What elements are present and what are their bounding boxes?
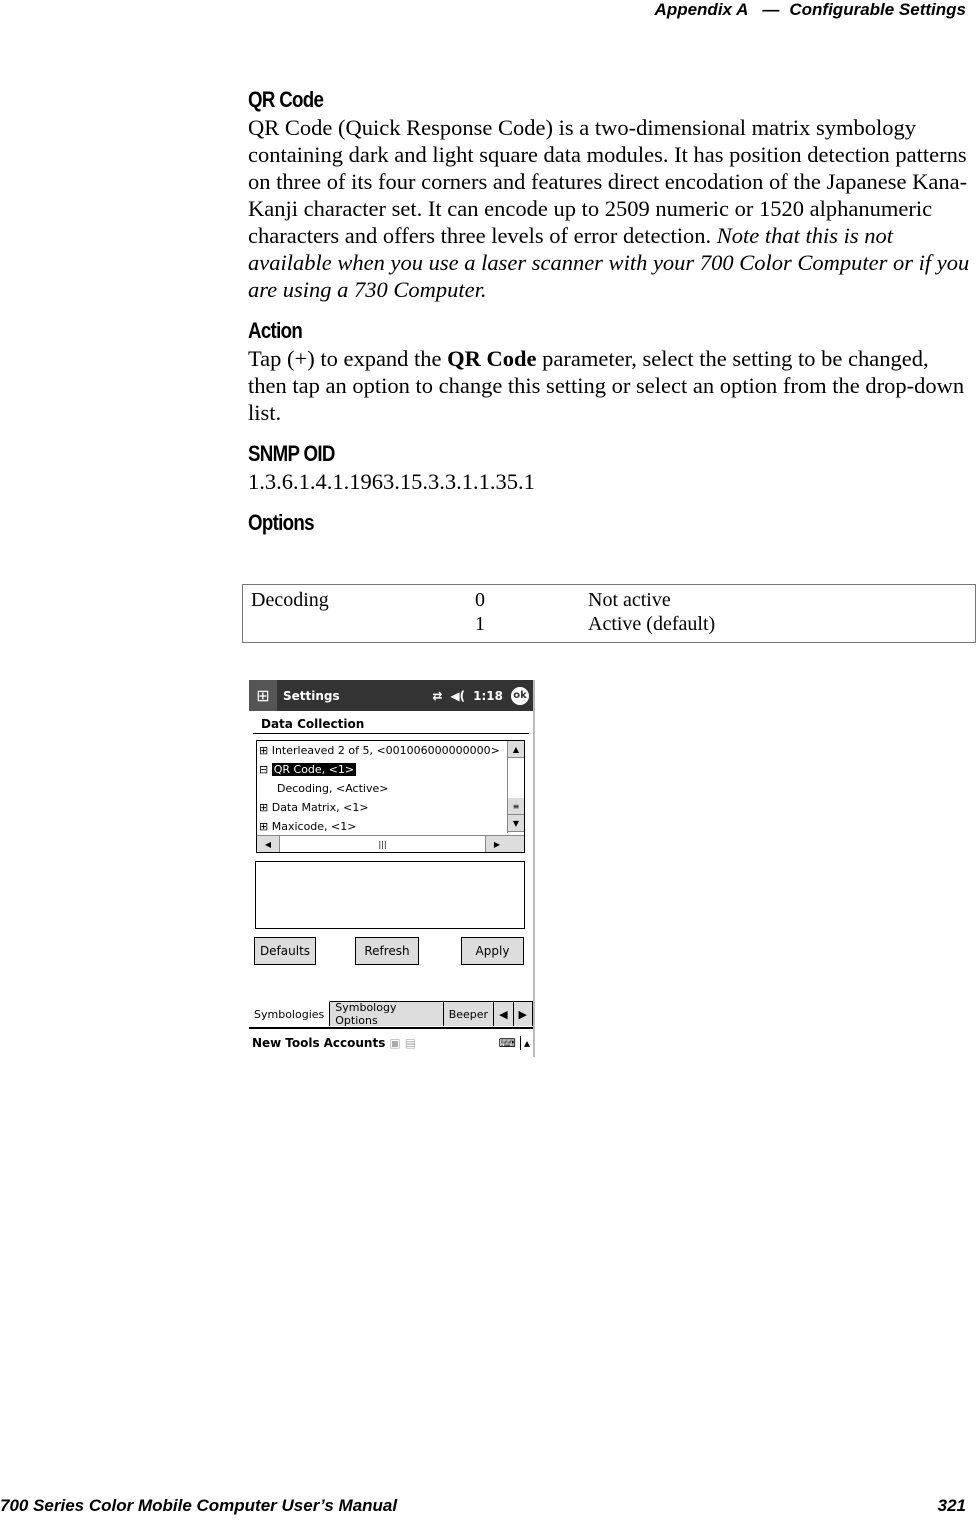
header-dash: —: [762, 0, 780, 19]
snmp-oid-value: 1.3.6.1.4.1.1963.15.3.3.1.1.35.1: [248, 469, 535, 494]
option-meaning: Not active: [588, 589, 671, 611]
appendix-label: Appendix A: [654, 0, 749, 19]
settings-tree: ⊞ Interleaved 2 of 5, <001006000000000> …: [256, 740, 525, 853]
scroll-thumb-icon[interactable]: ≡: [508, 798, 524, 815]
horizontal-scrollbar[interactable]: ◀ ||| ▶: [257, 835, 524, 852]
window-title: Settings: [283, 688, 340, 703]
start-icon[interactable]: ⊞: [249, 680, 277, 711]
section-label: Configurable Settings: [789, 0, 966, 19]
option-value: 1: [475, 613, 485, 635]
title-bar: ⊞ Settings ⇄ ◀( 1:18 ok: [249, 680, 533, 711]
apply-button[interactable]: Apply: [461, 937, 524, 965]
tab-scroll-right-icon[interactable]: ▶: [513, 1002, 533, 1026]
scroll-thumb[interactable]: |||: [279, 836, 486, 852]
option-value: 0: [475, 589, 485, 611]
expand-icon[interactable]: ⊞: [259, 801, 268, 814]
expand-icon[interactable]: ⊞: [259, 744, 268, 757]
action-heading: Action: [248, 318, 303, 343]
tree-item[interactable]: Decoding, <Active>: [257, 779, 524, 798]
menu-bar: New Tools Accounts ▣ ▤ ⌨ ▴: [249, 1027, 533, 1057]
clock[interactable]: 1:18: [473, 689, 503, 703]
tab-beeper[interactable]: Beeper: [443, 1002, 495, 1026]
section-title: Data Collection: [253, 711, 529, 734]
description-box: [255, 861, 525, 929]
menu-new[interactable]: New: [252, 1036, 281, 1050]
device-screenshot: ⊞ Settings ⇄ ◀( 1:18 ok Data Collection …: [249, 680, 535, 1057]
snmp-heading: SNMP OID: [248, 441, 335, 466]
scroll-right-icon[interactable]: ▶: [486, 836, 508, 852]
options-heading: Options: [248, 510, 315, 535]
page-footer: 700 Series Color Mobile Computer User’s …: [0, 1496, 966, 1516]
volume-icon[interactable]: ◀(: [450, 689, 465, 703]
tab-symbology-options[interactable]: Symbology Options: [330, 1001, 444, 1027]
menu-accounts[interactable]: Accounts: [324, 1036, 386, 1050]
copy-icon[interactable]: ▤: [405, 1036, 416, 1050]
scroll-track[interactable]: [508, 758, 524, 798]
tab-bar: Symbologies Symbology Options Beeper ◀ ▶: [249, 1001, 533, 1027]
scroll-down-icon[interactable]: ▼: [508, 815, 524, 832]
expand-icon[interactable]: ⊞: [259, 820, 268, 833]
qr-code-description: QR Code (Quick Response Code) is a two-d…: [248, 114, 972, 303]
connectivity-icon[interactable]: ⇄: [432, 689, 442, 703]
tree-item-label: Data Matrix, <1>: [271, 801, 369, 814]
tab-scroll-left-icon[interactable]: ◀: [494, 1002, 514, 1026]
tree-item-label: Maxicode, <1>: [271, 820, 357, 833]
qr-code-heading: QR Code: [248, 87, 324, 112]
vertical-scrollbar[interactable]: ▲ ≡ ▼: [507, 741, 524, 833]
tree-item[interactable]: ⊞ Interleaved 2 of 5, <001006000000000>: [257, 741, 524, 760]
page-header: Appendix A — Configurable Settings: [655, 0, 966, 24]
options-table: Decoding 0 Not active 1 Active (default): [242, 584, 976, 643]
tree-item-label: Interleaved 2 of 5, <001006000000000>: [271, 744, 500, 757]
keyboard-icon[interactable]: ⌨: [499, 1036, 516, 1050]
tree-item[interactable]: ⊞ Maxicode, <1>: [257, 817, 524, 836]
defaults-button[interactable]: Defaults: [254, 937, 316, 965]
tree-item[interactable]: ⊟ QR Code, <1>: [257, 760, 524, 779]
tree-item-label: QR Code, <1>: [271, 763, 357, 776]
action-text: Tap (+) to expand the QR Code parameter,…: [248, 345, 972, 426]
scroll-left-icon[interactable]: ◀: [257, 836, 279, 852]
manual-title: 700 Series Color Mobile Computer User’s …: [0, 1496, 398, 1515]
tree-item-label: Decoding, <Active>: [277, 782, 389, 795]
scroll-up-icon[interactable]: ▲: [508, 741, 524, 758]
option-setting: Decoding: [251, 589, 329, 611]
main-content: QR Code QR Code (Quick Response Code) is…: [248, 86, 972, 537]
tab-symbologies[interactable]: Symbologies: [249, 1001, 331, 1026]
ok-button[interactable]: ok: [511, 686, 529, 705]
scroll-corner: [508, 836, 524, 852]
tree-item[interactable]: ⊞ Data Matrix, <1>: [257, 798, 524, 817]
computer-icon[interactable]: ▣: [389, 1036, 400, 1050]
action-text-bold: QR Code: [447, 346, 537, 371]
menu-tools[interactable]: Tools: [285, 1036, 319, 1050]
page-number: 321: [937, 1496, 966, 1515]
collapse-icon[interactable]: ⊟: [259, 763, 268, 776]
refresh-button[interactable]: Refresh: [355, 937, 419, 965]
sip-arrow-icon[interactable]: ▴: [519, 1036, 533, 1050]
option-meaning: Active (default): [588, 613, 716, 635]
action-text-a: Tap (+) to expand the: [248, 346, 448, 371]
